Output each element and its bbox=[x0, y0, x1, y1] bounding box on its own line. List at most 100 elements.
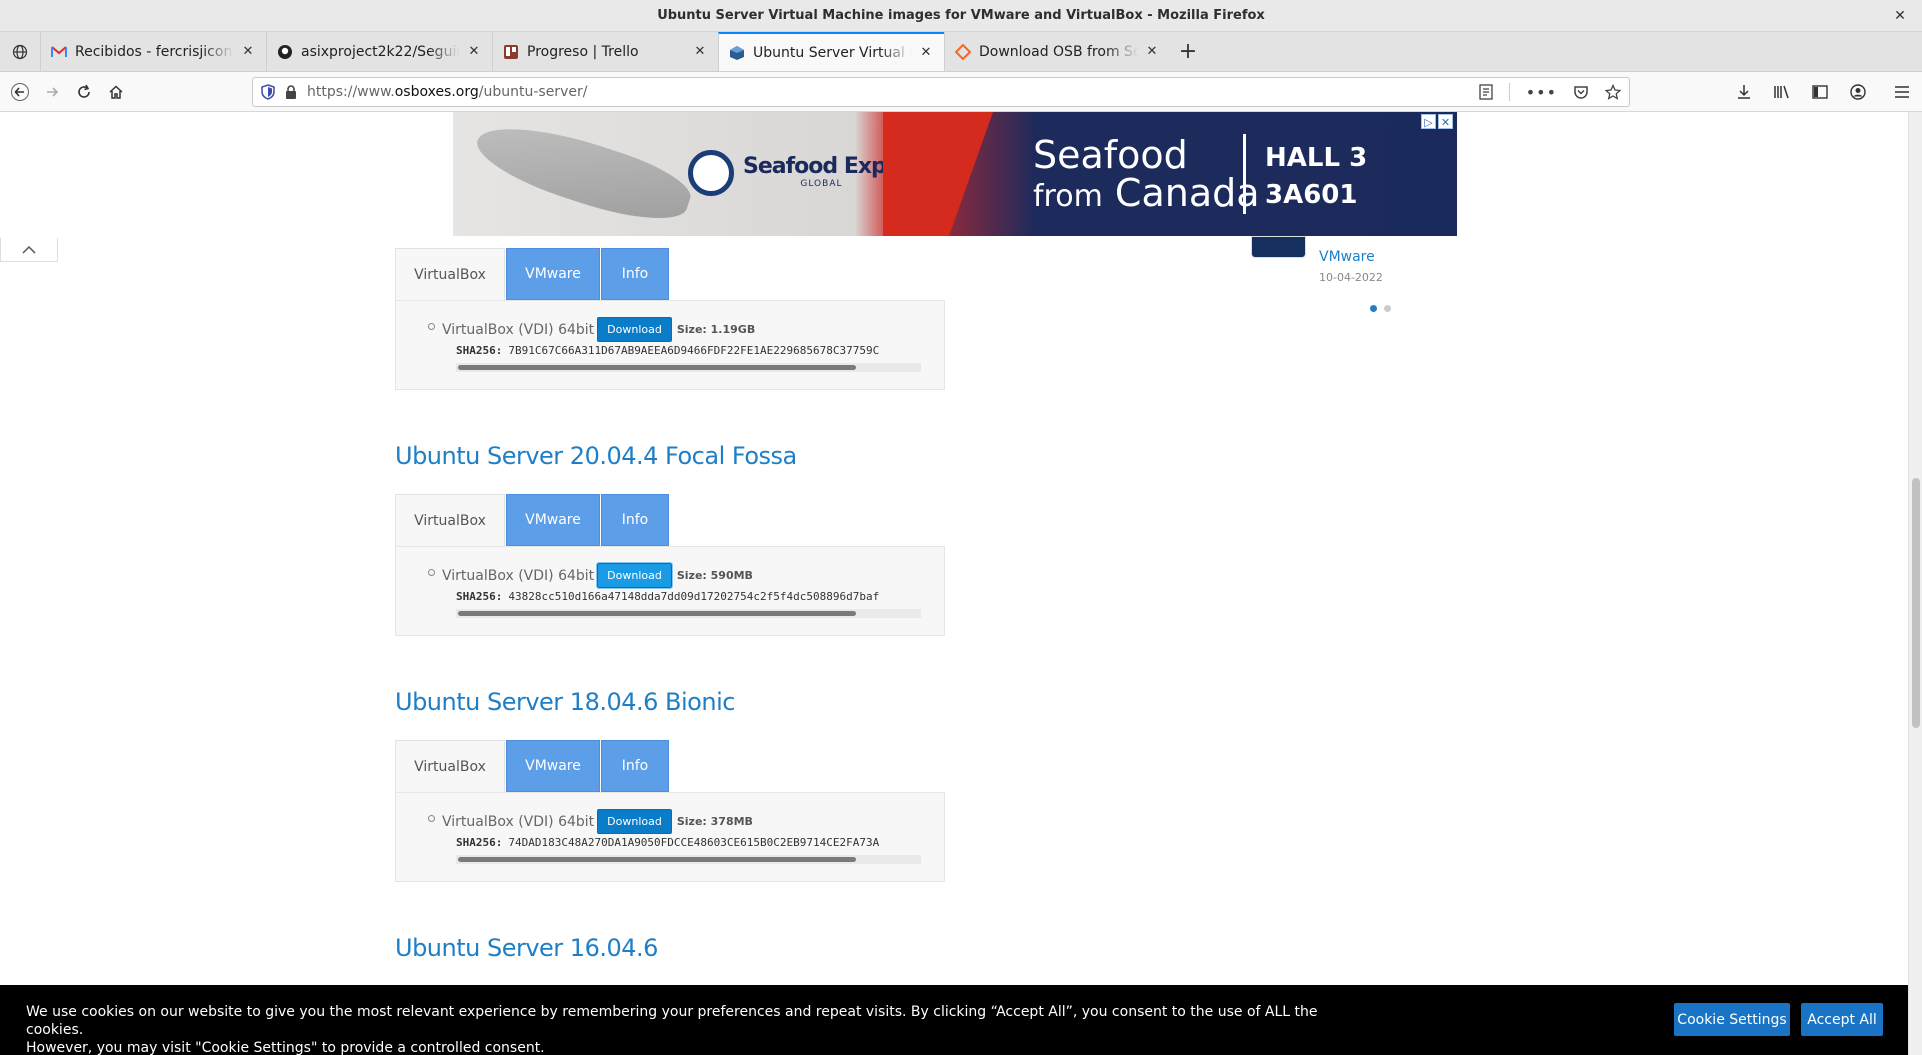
reader-view-icon[interactable] bbox=[1479, 84, 1493, 100]
ad-expo-name: Seafood Expo GLOBAL bbox=[743, 154, 901, 189]
tab-virtualbox[interactable]: VirtualBox bbox=[395, 740, 505, 792]
ad-choices[interactable]: ▷ ✕ bbox=[1421, 114, 1453, 129]
post-thumbnail[interactable] bbox=[1251, 236, 1306, 258]
ad-headline-line2: Canada bbox=[1114, 171, 1260, 215]
bookmark-star-icon[interactable] bbox=[1605, 84, 1621, 100]
tab-label: Ubuntu Server Virtual Ma bbox=[753, 44, 912, 61]
collapse-ad-button[interactable] bbox=[0, 238, 58, 262]
tab-virtualbox[interactable]: VirtualBox bbox=[395, 494, 505, 546]
download-item-label: VirtualBox (VDI) 64bit bbox=[442, 321, 595, 338]
tab-info[interactable]: Info bbox=[601, 740, 669, 792]
download-tabs: VirtualBox VMware Info bbox=[395, 248, 945, 300]
url-text[interactable]: https://www.osboxes.org/ubuntu-server/ bbox=[307, 84, 587, 100]
page-content: Seafood Expo GLOBAL Seafood from Canada H… bbox=[0, 112, 1908, 1055]
scrollbar-thumb[interactable] bbox=[458, 365, 856, 370]
tab-vmware[interactable]: VMware bbox=[506, 740, 600, 792]
window-titlebar: Ubuntu Server Virtual Machine images for… bbox=[0, 0, 1922, 32]
ad-close-icon[interactable]: ✕ bbox=[1438, 114, 1453, 129]
tab-close-icon[interactable]: ✕ bbox=[1144, 44, 1160, 59]
ad-booth-number: 3A601 bbox=[1265, 180, 1358, 210]
scrollbar-thumb[interactable] bbox=[458, 857, 856, 862]
tab-close-icon[interactable]: ✕ bbox=[692, 44, 708, 59]
tab-close-icon[interactable]: ✕ bbox=[466, 44, 482, 59]
horizontal-scrollbar[interactable] bbox=[456, 609, 921, 618]
url-bar[interactable]: https://www.osboxes.org/ubuntu-server/ •… bbox=[252, 77, 1630, 107]
tracking-protection-shield-icon[interactable] bbox=[261, 84, 275, 100]
page-scrollbar-thumb[interactable] bbox=[1912, 478, 1920, 728]
tab-virtualbox[interactable]: VirtualBox bbox=[395, 248, 505, 300]
tab-vmware[interactable]: VMware bbox=[506, 494, 600, 546]
carousel-dot[interactable] bbox=[1384, 305, 1391, 312]
home-button[interactable] bbox=[100, 76, 132, 108]
reload-button[interactable] bbox=[68, 76, 100, 108]
ad-hall: HALL 3 3A601 bbox=[1265, 140, 1367, 214]
scrollbar-thumb[interactable] bbox=[458, 611, 856, 616]
sha256-line: SHA256: 74DAD183C48A270DA1A9050FDCCE48603… bbox=[456, 836, 921, 849]
sha256-value: 7B91C67C66A311D67AB9AEEA6D9466FDF22FE1AE… bbox=[508, 344, 880, 357]
forward-button[interactable] bbox=[36, 76, 68, 108]
globe-icon bbox=[12, 44, 28, 59]
account-icon bbox=[1850, 84, 1866, 100]
tab-sourceforge[interactable]: Download OSB from Sou ✕ bbox=[944, 32, 1170, 71]
pocket-icon[interactable] bbox=[1573, 84, 1589, 100]
sidebar-toggle-button[interactable] bbox=[1804, 76, 1836, 108]
download-button[interactable]: Download bbox=[597, 809, 672, 834]
cookie-settings-button[interactable]: Cookie Settings bbox=[1674, 1003, 1790, 1036]
section-title[interactable]: Ubuntu Server 20.04.4 Focal Fossa bbox=[395, 442, 797, 470]
cookie-message-line1: We use cookies on our website to give yo… bbox=[26, 1004, 1318, 1038]
app-menu-button[interactable] bbox=[1886, 76, 1918, 108]
list-bullet bbox=[428, 569, 435, 576]
download-item-label: VirtualBox (VDI) 64bit bbox=[442, 813, 595, 830]
download-button[interactable]: Download bbox=[596, 562, 673, 589]
tab-info[interactable]: Info bbox=[601, 248, 669, 300]
osboxes-icon bbox=[729, 45, 745, 61]
list-bullet bbox=[428, 323, 435, 330]
ad-headline: Seafood from Canada bbox=[1033, 136, 1260, 216]
downloads-button[interactable] bbox=[1728, 76, 1760, 108]
download-tabs: VirtualBox VMware Info bbox=[395, 494, 945, 546]
library-button[interactable] bbox=[1766, 76, 1798, 108]
horizontal-scrollbar[interactable] bbox=[456, 855, 921, 864]
tab-osboxes[interactable]: Ubuntu Server Virtual Ma ✕ bbox=[718, 32, 944, 71]
seafood-expo-logo bbox=[688, 150, 734, 196]
download-panel: VirtualBox (VDI) 64bit Download Size: 1.… bbox=[395, 300, 945, 390]
ad-hall-number: HALL 3 bbox=[1265, 143, 1368, 173]
download-arrow-icon bbox=[1738, 85, 1750, 99]
accept-all-button[interactable]: Accept All bbox=[1801, 1003, 1883, 1036]
page-actions-menu-icon[interactable]: ••• bbox=[1526, 83, 1557, 102]
sha256-label: SHA256: bbox=[456, 836, 503, 849]
sourceforge-icon bbox=[955, 43, 971, 60]
window-close-button[interactable]: ✕ bbox=[1890, 6, 1910, 26]
adchoices-icon[interactable]: ▷ bbox=[1421, 114, 1436, 129]
horizontal-scrollbar[interactable] bbox=[456, 363, 921, 372]
back-button[interactable] bbox=[4, 76, 36, 108]
tab-label: Download OSB from Sou bbox=[979, 43, 1138, 60]
carousel-dot-active[interactable] bbox=[1370, 305, 1377, 312]
section-title[interactable]: Ubuntu Server 18.04.6 Bionic bbox=[395, 688, 735, 716]
tab-github[interactable]: asixproject2k22/Seguime ✕ bbox=[266, 32, 492, 71]
carousel-dots bbox=[1370, 305, 1391, 312]
tab-close-icon[interactable]: ✕ bbox=[918, 45, 934, 60]
url-host: osboxes.org bbox=[394, 84, 479, 100]
page-vertical-scrollbar[interactable] bbox=[1908, 112, 1922, 1055]
tab-gmail[interactable]: Recibidos - fercrisjicon@ ✕ bbox=[40, 32, 266, 71]
new-tab-button[interactable]: + bbox=[1170, 32, 1206, 71]
account-button[interactable] bbox=[1842, 76, 1874, 108]
advertisement-banner[interactable]: Seafood Expo GLOBAL Seafood from Canada H… bbox=[453, 112, 1457, 236]
cookie-message: We use cookies on our website to give yo… bbox=[26, 1003, 1326, 1055]
post-date: 10-04-2022 bbox=[1319, 271, 1383, 284]
tab-close-icon[interactable]: ✕ bbox=[240, 44, 256, 59]
url-prefix: https://www. bbox=[307, 84, 395, 100]
post-link[interactable]: VMware bbox=[1319, 249, 1375, 265]
download-button[interactable]: Download bbox=[597, 317, 672, 342]
tab-vmware[interactable]: VMware bbox=[506, 248, 600, 300]
pinned-tab[interactable] bbox=[0, 32, 40, 71]
tab-info[interactable]: Info bbox=[601, 494, 669, 546]
section-title[interactable]: Ubuntu Server 16.04.6 bbox=[395, 934, 658, 962]
padlock-icon[interactable] bbox=[285, 85, 297, 99]
tab-trello[interactable]: Progreso | Trello ✕ bbox=[492, 32, 718, 71]
sha256-label: SHA256: bbox=[456, 344, 503, 357]
file-size: Size: 378MB bbox=[676, 815, 753, 828]
ad-headline-from: from bbox=[1033, 179, 1103, 214]
tab-label: asixproject2k22/Seguime bbox=[301, 43, 460, 60]
